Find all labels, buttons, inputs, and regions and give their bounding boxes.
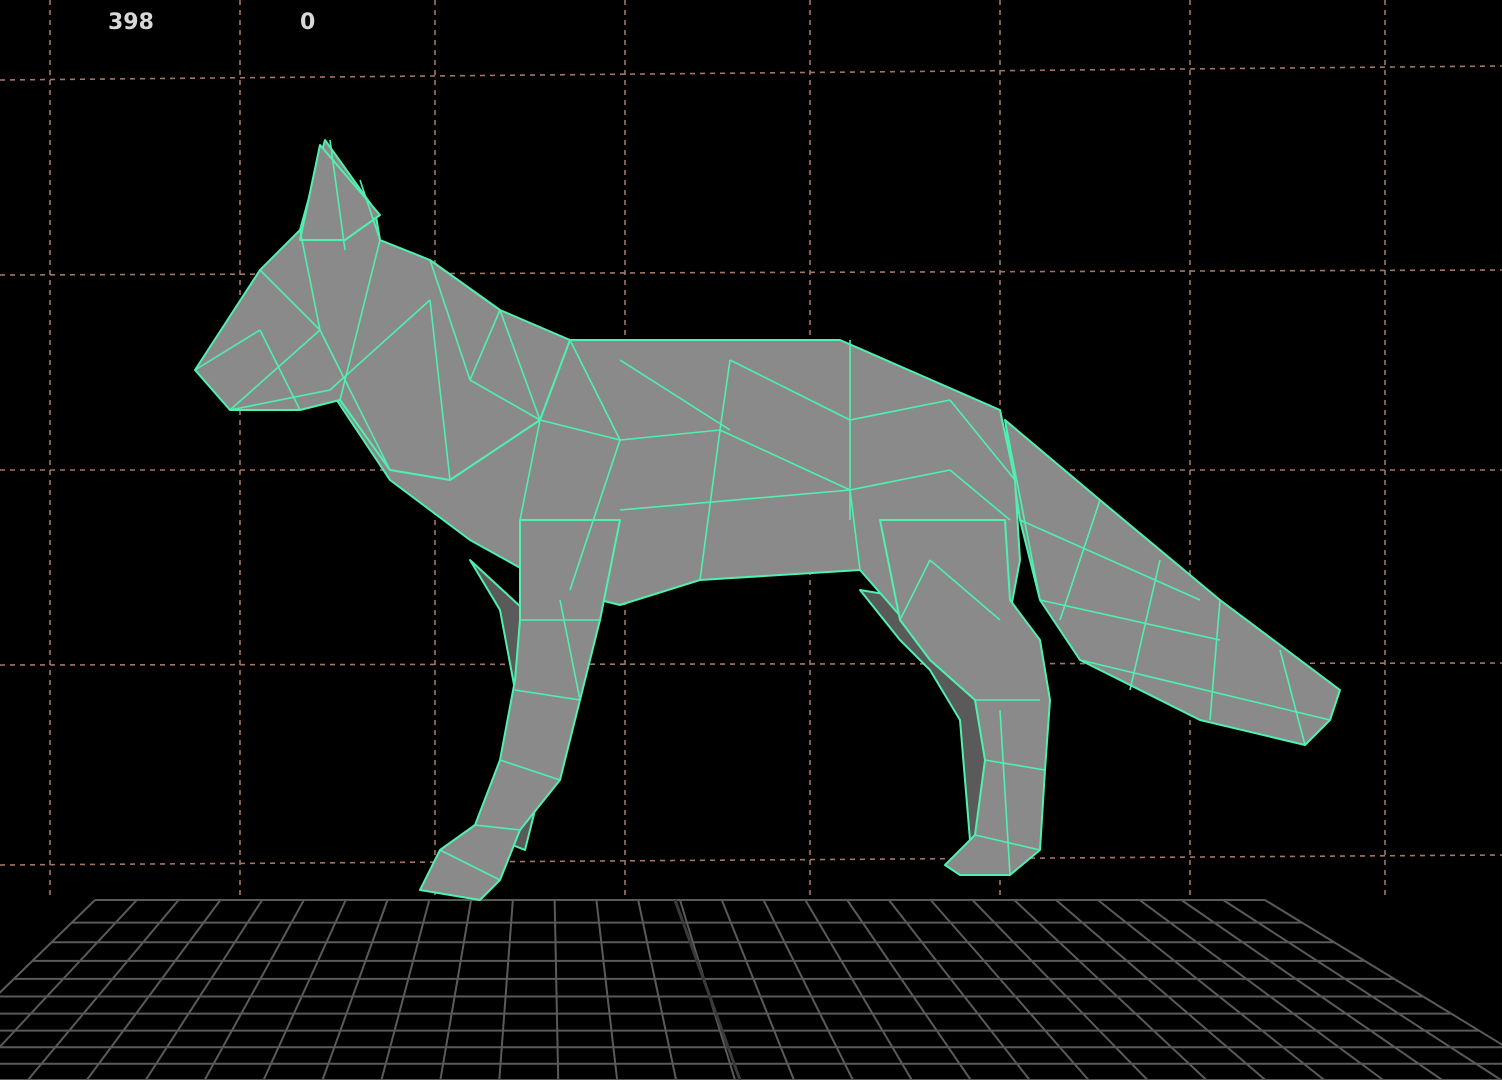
floor-grid-line	[971, 899, 1149, 1080]
floor-grid-line	[0, 899, 96, 994]
hud-value-left: 398	[108, 10, 154, 35]
floor-grid-line	[553, 899, 560, 1080]
floor-grid-line	[85, 899, 222, 1080]
floor-grid-axis	[673, 899, 742, 1080]
floor-grid-line	[1264, 899, 1502, 1046]
viewport-3d[interactable]: 398 0	[0, 0, 1502, 1080]
floor-grid	[0, 899, 1502, 1080]
floor-grid-line	[439, 899, 473, 1080]
floor-grid-line	[380, 899, 431, 1080]
hud-value-right: 0	[300, 10, 316, 35]
floor-grid-line	[595, 899, 619, 1080]
floor-grid-line	[720, 899, 795, 1080]
fox-head	[194, 139, 571, 481]
floor-grid-line	[1055, 899, 1267, 1080]
floor-grid-line	[1180, 899, 1443, 1080]
floor-grid-line	[498, 899, 514, 1080]
viewport-scene[interactable]	[0, 0, 1502, 1080]
floor-grid-line	[321, 899, 389, 1080]
floor-grid-line	[262, 899, 347, 1080]
floor-grid-line	[1097, 899, 1325, 1080]
floor-grid-line	[144, 899, 263, 1080]
floor-grid-line	[203, 899, 305, 1080]
floor-grid-line	[762, 899, 854, 1080]
floor-grid-line	[637, 899, 678, 1080]
floor-grid-line	[804, 899, 913, 1080]
fox-tail	[1004, 419, 1341, 746]
floor-grid-line	[1222, 899, 1502, 1080]
floor-grid-line	[27, 899, 180, 1080]
fox-mesh[interactable]	[194, 139, 1341, 901]
